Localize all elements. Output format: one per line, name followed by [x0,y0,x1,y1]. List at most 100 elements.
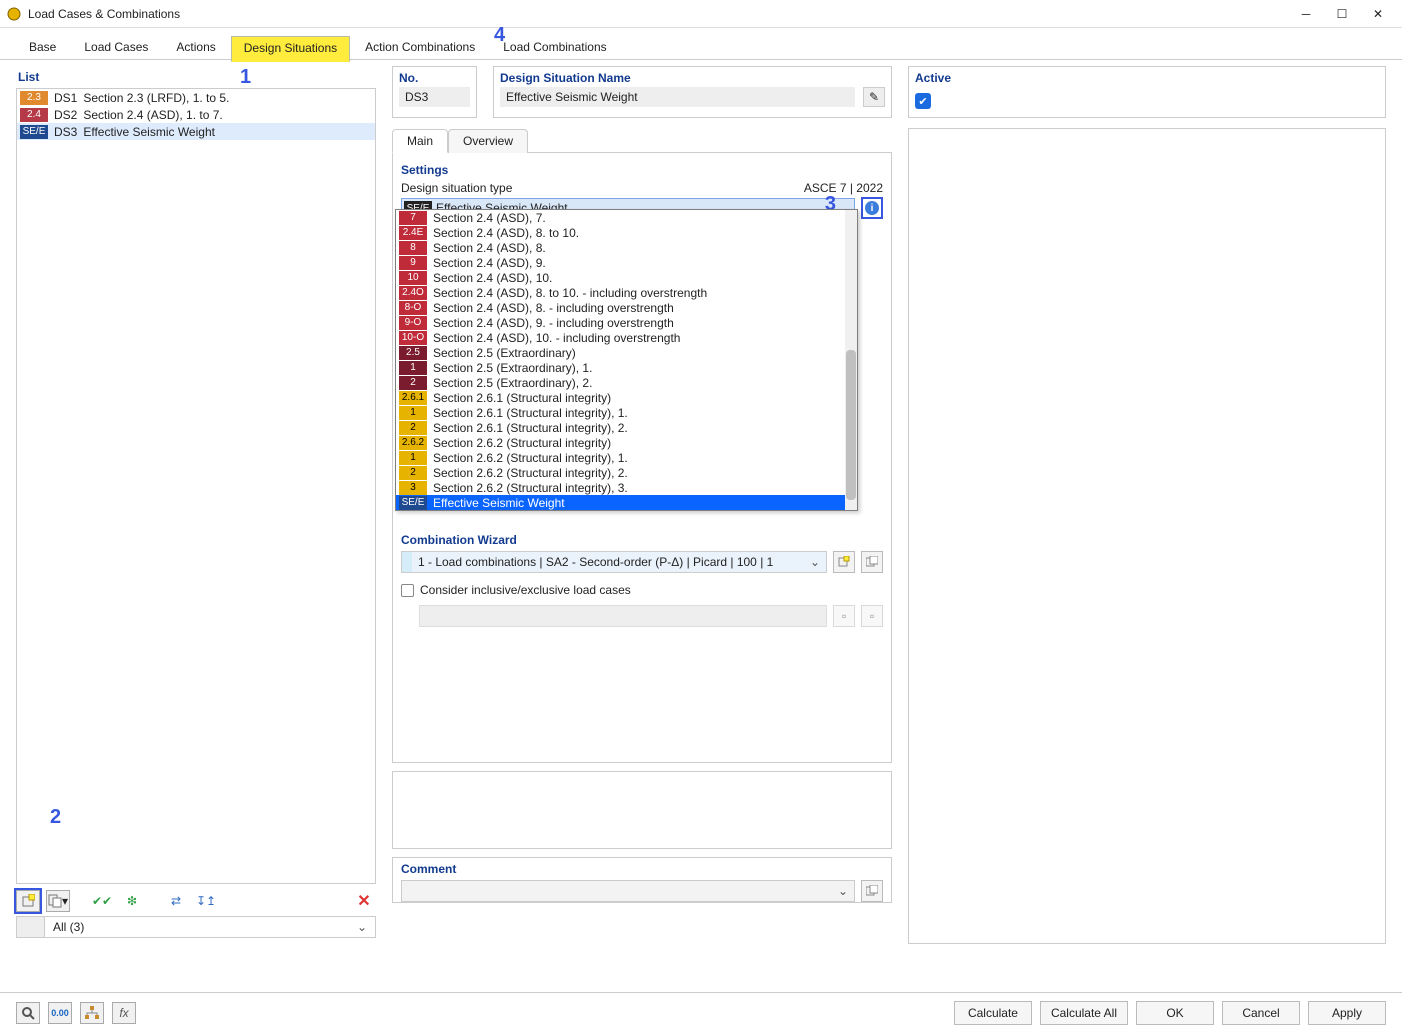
comment-edit-button[interactable] [861,880,883,902]
tab-main[interactable]: Main [392,129,448,153]
tab-actions[interactable]: Actions [163,35,228,60]
dropdown-item[interactable]: 8 Section 2.4 (ASD), 8. [396,240,857,255]
dropdown-item[interactable]: 2 Section 2.5 (Extraordinary), 2. [396,375,857,390]
dropdown-item[interactable]: 8-O Section 2.4 (ASD), 8. - including ov… [396,300,857,315]
settings-header: Settings [401,163,883,177]
info-button[interactable]: i [861,197,883,219]
dropdown-item[interactable]: 10 Section 2.4 (ASD), 10. [396,270,857,285]
dropdown-badge: 2.4E [399,226,427,240]
dropdown-item[interactable]: 9 Section 2.4 (ASD), 9. [396,255,857,270]
dropdown-label: Section 2.6.1 (Structural integrity) [433,391,611,405]
wizard-edit-button[interactable] [861,551,883,573]
formula-button[interactable]: fx [112,1002,136,1024]
dropdown-item[interactable]: 9-O Section 2.4 (ASD), 9. - including ov… [396,315,857,330]
dropdown-badge: 2.6.1 [399,391,427,405]
dropdown-badge: 10-O [399,331,427,345]
combination-wizard-select[interactable]: 1 - Load combinations | SA2 - Second-ord… [401,551,827,573]
active-checkbox[interactable]: ✔ [915,93,931,109]
leaf-icon[interactable]: ❇ [120,890,144,912]
tree-button[interactable] [80,1002,104,1024]
dropdown-item[interactable]: 7 Section 2.4 (ASD), 7. [396,210,857,225]
swap-icon[interactable]: ⇄ [164,890,188,912]
main-tabs: BaseLoad CasesActionsDesign SituationsAc… [0,36,1402,60]
apply-button[interactable]: Apply [1308,1001,1386,1025]
list-filter-select[interactable]: All (3) ⌄ [16,916,376,938]
list-item[interactable]: SE/E DS3 Effective Seismic Weight [17,123,375,140]
annotation-2: 2 [50,806,61,829]
dropdown-label: Section 2.4 (ASD), 8. to 10. - including… [433,286,707,300]
dropdown-badge: 3 [399,481,427,495]
scrollbar[interactable] [845,210,857,510]
dropdown-badge: 9 [399,256,427,270]
no-label: No. [393,67,476,87]
tab-overview[interactable]: Overview [448,129,528,153]
cancel-button[interactable]: Cancel [1222,1001,1300,1025]
list-toolbar: ▾ ✔✔ ❇ ⇄ ↧↥ ✕ [16,884,376,916]
dropdown-item[interactable]: 3 Section 2.6.2 (Structural integrity), … [396,480,857,495]
ie-new-button[interactable]: ▫ [833,605,855,627]
ie-edit-button[interactable]: ▫ [861,605,883,627]
dropdown-item[interactable]: 2 Section 2.6.1 (Structural integrity), … [396,420,857,435]
dropdown-item[interactable]: 1 Section 2.6.2 (Structural integrity), … [396,450,857,465]
dropdown-badge: 2.4O [399,286,427,300]
wizard-new-button[interactable] [833,551,855,573]
dropdown-item[interactable]: 1 Section 2.5 (Extraordinary), 1. [396,360,857,375]
maximize-button[interactable]: ☐ [1324,2,1360,26]
dropdown-label: Section 2.4 (ASD), 8. - including overst… [433,301,674,315]
dropdown-label: Section 2.5 (Extraordinary), 1. [433,361,592,375]
dropdown-label: Section 2.4 (ASD), 10. - including overs… [433,331,680,345]
tab-load-combinations[interactable]: Load Combinations [490,35,619,60]
list-item[interactable]: 2.3 DS1 Section 2.3 (LRFD), 1. to 5. [17,89,375,106]
calculate-button[interactable]: Calculate [954,1001,1032,1025]
list-item[interactable]: 2.4 DS2 Section 2.4 (ASD), 1. to 7. [17,106,375,123]
minimize-button[interactable]: ─ [1288,2,1324,26]
list-header: List [16,66,376,88]
delete-button[interactable]: ✕ [352,890,376,912]
no-value[interactable]: DS3 [399,87,470,107]
dropdown-item[interactable]: 1 Section 2.6.1 (Structural integrity), … [396,405,857,420]
active-box: Active ✔ [908,66,1386,118]
dropdown-label: Section 2.6.2 (Structural integrity), 2. [433,466,628,480]
new-item-button[interactable] [16,890,40,912]
dropdown-badge: 1 [399,451,427,465]
tab-base[interactable]: Base [16,35,69,60]
name-label: Design Situation Name [494,67,891,87]
search-button[interactable] [16,1002,40,1024]
close-button[interactable]: ✕ [1360,2,1396,26]
comment-panel: Comment ⌄ [392,857,892,903]
comment-select[interactable]: ⌄ [401,880,855,902]
check-green-icon[interactable]: ✔✔ [90,890,114,912]
units-button[interactable]: 0.00 [48,1002,72,1024]
tab-load-cases[interactable]: Load Cases [71,35,161,60]
edit-name-button[interactable]: ✎ [863,87,885,107]
design-situation-list[interactable]: 2.3 DS1 Section 2.3 (LRFD), 1. to 5.2.4 … [16,88,376,884]
consider-checkbox[interactable] [401,584,414,597]
tab-action-combinations[interactable]: Action Combinations [352,35,488,60]
list-filter-value: All (3) [45,920,349,934]
list-label: Section 2.4 (ASD), 1. to 7. [83,108,222,122]
dropdown-label: Effective Seismic Weight [433,496,565,510]
dropdown-item[interactable]: 2.6.1 Section 2.6.1 (Structural integrit… [396,390,857,405]
dropdown-label: Section 2.6.2 (Structural integrity), 3. [433,481,628,495]
ok-button[interactable]: OK [1136,1001,1214,1025]
dropdown-item[interactable]: 2.5 Section 2.5 (Extraordinary) [396,345,857,360]
dropdown-item[interactable]: 2.4E Section 2.4 (ASD), 8. to 10. [396,225,857,240]
dropdown-item[interactable]: 2.6.2 Section 2.6.2 (Structural integrit… [396,435,857,450]
dropdown-item[interactable]: SE/E Effective Seismic Weight [396,495,857,510]
comment-header: Comment [401,862,883,876]
dropdown-item[interactable]: 10-O Section 2.4 (ASD), 10. - including … [396,330,857,345]
dropdown-badge: 2 [399,466,427,480]
sort-icon[interactable]: ↧↥ [194,890,218,912]
dst-dropdown-list[interactable]: 7 Section 2.4 (ASD), 7.2.4E Section 2.4 … [395,209,858,511]
dropdown-item[interactable]: 2 Section 2.6.2 (Structural integrity), … [396,465,857,480]
tab-design-situations[interactable]: Design Situations [231,36,350,62]
dropdown-item[interactable]: 2.4O Section 2.4 (ASD), 8. to 10. - incl… [396,285,857,300]
chevron-down-icon: ⌄ [810,555,820,569]
name-value[interactable]: Effective Seismic Weight [500,87,855,107]
scrollbar-thumb[interactable] [846,350,856,500]
wizard-value: 1 - Load combinations | SA2 - Second-ord… [418,555,773,569]
calculate-all-button[interactable]: Calculate All [1040,1001,1128,1025]
copy-item-button[interactable]: ▾ [46,890,70,912]
footer-bar: 0.00 fx Calculate Calculate All OK Cance… [0,992,1402,1032]
consider-label: Consider inclusive/exclusive load cases [420,583,631,597]
